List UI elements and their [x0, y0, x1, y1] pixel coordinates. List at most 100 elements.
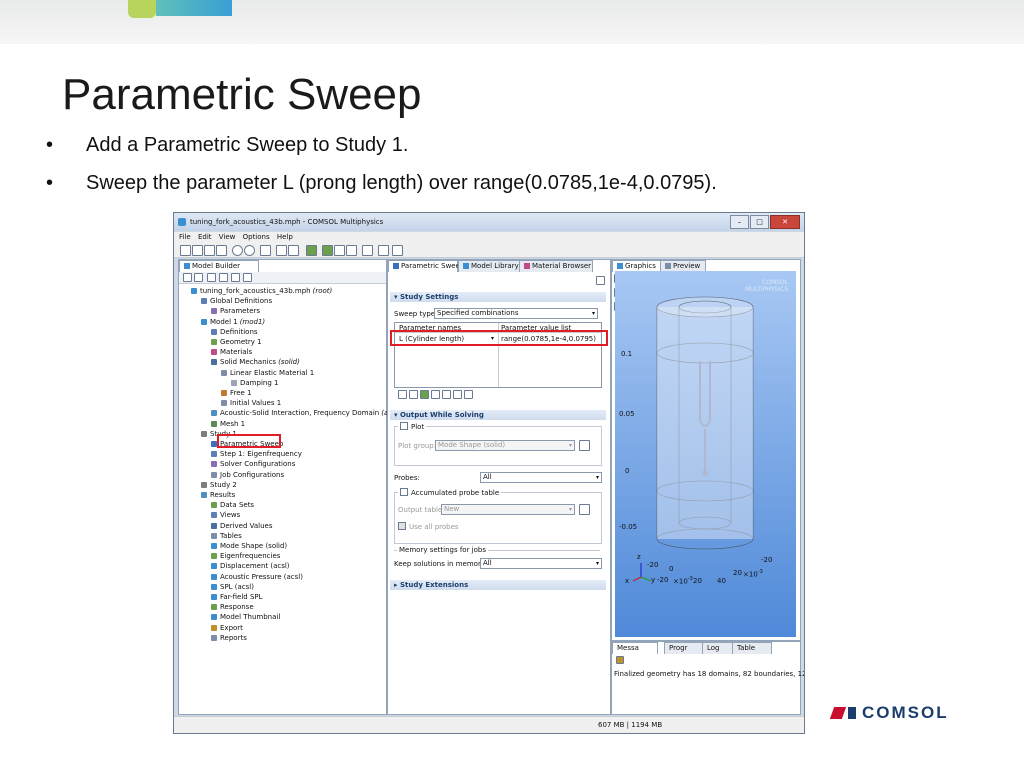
section-study-settings[interactable]: ▾ Study Settings: [390, 292, 606, 302]
plot-checkbox-row[interactable]: Plot: [398, 422, 427, 431]
redo-icon[interactable]: [244, 245, 255, 256]
output-table-select[interactable]: New ▾: [441, 504, 575, 515]
settings-icon[interactable]: [260, 245, 271, 256]
tree-item[interactable]: Data Sets: [205, 500, 256, 510]
tree-item[interactable]: Displacement (acsl): [205, 561, 292, 571]
clear-messages-icon[interactable]: [616, 656, 624, 664]
use-all-probes-row[interactable]: Use all probes: [398, 522, 459, 531]
move-up-icon[interactable]: [398, 390, 407, 399]
refresh-icon[interactable]: [334, 245, 345, 256]
compute-icon[interactable]: [346, 245, 357, 256]
tree-item[interactable]: Parameters: [205, 306, 262, 316]
collapse-icon[interactable]: [207, 273, 216, 282]
compute-icon[interactable]: [596, 276, 605, 285]
tree-item[interactable]: Solid Mechanics (solid): [205, 357, 300, 367]
delete-icon[interactable]: [431, 390, 440, 399]
save-icon[interactable]: [453, 390, 462, 399]
tree-item[interactable]: Results: [195, 490, 237, 500]
open-icon[interactable]: [192, 245, 203, 256]
add-icon[interactable]: [322, 245, 333, 256]
tree-item[interactable]: Job Configurations: [205, 470, 286, 480]
results-icon[interactable]: [378, 245, 389, 256]
section-study-extensions[interactable]: ▸ Study Extensions: [390, 580, 606, 590]
physics-icon[interactable]: [306, 245, 317, 256]
menu-view[interactable]: View: [219, 233, 236, 241]
sort-icon[interactable]: [243, 273, 252, 282]
plot-settings-icon[interactable]: [579, 440, 590, 451]
tree-item[interactable]: Damping 1: [225, 378, 280, 388]
tree-item[interactable]: Step 1: Eigenfrequency: [205, 449, 304, 459]
tree-item[interactable]: Linear Elastic Material 1: [215, 368, 316, 378]
section-output-while-solving[interactable]: ▾ Output While Solving: [390, 410, 606, 420]
tree-item[interactable]: Definitions: [205, 327, 260, 337]
tree-item-label: Free 1: [230, 389, 252, 397]
tree-item[interactable]: Global Definitions: [195, 296, 274, 306]
probes-select[interactable]: All ▾: [480, 472, 602, 483]
tab-messages[interactable]: Messa: [612, 642, 658, 654]
tree-item[interactable]: Mesh 1: [205, 419, 247, 429]
plot-checkbox[interactable]: [400, 422, 408, 430]
tab-material-browser[interactable]: Material Browser: [519, 260, 593, 272]
tree-item[interactable]: Acoustic-Solid Interaction, Frequency Do…: [205, 408, 400, 418]
tab-model-library[interactable]: Model Library: [458, 260, 522, 272]
table-settings-icon[interactable]: [579, 504, 590, 515]
more-icon[interactable]: [392, 245, 403, 256]
use-all-probes-checkbox[interactable]: [398, 522, 406, 530]
menu-help[interactable]: Help: [277, 233, 293, 241]
menu-file[interactable]: File: [179, 233, 191, 241]
accum-checkbox[interactable]: [400, 488, 408, 496]
new-icon[interactable]: [180, 245, 191, 256]
menu-options[interactable]: Options: [243, 233, 270, 241]
range-icon[interactable]: [464, 390, 473, 399]
tree-item[interactable]: tuning_fork_acoustics_43b.mph (root): [185, 286, 332, 296]
keep-solutions-select[interactable]: All ▾: [480, 558, 602, 569]
tree-item[interactable]: Mode Shape (solid): [205, 541, 289, 551]
tree-item[interactable]: Materials: [205, 347, 254, 357]
tree-item[interactable]: Response: [205, 602, 256, 612]
tree-item[interactable]: SPL (acsl): [205, 582, 256, 592]
tree-item[interactable]: Acoustic Pressure (acsl): [205, 572, 305, 582]
tree-item[interactable]: Derived Values: [205, 521, 275, 531]
back-icon[interactable]: [183, 273, 192, 282]
tree-item[interactable]: Free 1: [215, 388, 254, 398]
open-icon[interactable]: [442, 390, 451, 399]
tab-progress[interactable]: Progr: [664, 642, 704, 654]
add-icon[interactable]: [420, 390, 429, 399]
close-button[interactable]: ✕: [770, 215, 800, 229]
maximize-button[interactable]: □: [750, 215, 769, 229]
forward-icon[interactable]: [194, 273, 203, 282]
tab-parametric-sweep[interactable]: Parametric Swee: [388, 260, 460, 272]
tab-log[interactable]: Log: [702, 642, 734, 654]
graphics-canvas[interactable]: COMSOL MULTIPHYSICS 0.1 0.05 0 -0.05 z y…: [615, 271, 796, 637]
tree-item[interactable]: Study 2: [195, 480, 239, 490]
tree-item[interactable]: Tables: [205, 531, 244, 541]
tree-item[interactable]: Eigenfrequencies: [205, 551, 282, 561]
tree-item[interactable]: Views: [205, 510, 242, 520]
plot-group-select[interactable]: Mode Shape (solid) ▾: [435, 440, 575, 451]
tree-item[interactable]: Export: [205, 623, 245, 633]
bullet-list: • Add a Parametric Sweep to Study 1. • Swe…: [46, 134, 717, 210]
tab-table[interactable]: Table: [732, 642, 772, 654]
window-icon[interactable]: [288, 245, 299, 256]
help-icon[interactable]: [276, 245, 287, 256]
tab-model-builder[interactable]: Model Builder: [179, 260, 259, 272]
tree-item-label: Acoustic Pressure (acsl): [220, 572, 303, 581]
tree-item[interactable]: Geometry 1: [205, 337, 264, 347]
expand-icon[interactable]: [219, 273, 228, 282]
tree-item[interactable]: Solver Configurations: [205, 459, 297, 469]
tree-item[interactable]: Far-field SPL: [205, 592, 265, 602]
filter-icon[interactable]: [231, 273, 240, 282]
undo-icon[interactable]: [232, 245, 243, 256]
menu-edit[interactable]: Edit: [198, 233, 212, 241]
study-icon[interactable]: [362, 245, 373, 256]
move-down-icon[interactable]: [409, 390, 418, 399]
accum-checkbox-row[interactable]: Accumulated probe table: [398, 488, 502, 497]
tree-item[interactable]: Reports: [205, 633, 249, 643]
tree-item[interactable]: Initial Values 1: [215, 398, 283, 408]
tree-item[interactable]: Model 1 (mod1): [195, 317, 265, 327]
sweep-type-select[interactable]: Specified combinations ▾: [434, 308, 598, 319]
minimize-button[interactable]: –: [730, 215, 749, 229]
print-icon[interactable]: [216, 245, 227, 256]
tree-item[interactable]: Model Thumbnail: [205, 612, 282, 622]
save-icon[interactable]: [204, 245, 215, 256]
